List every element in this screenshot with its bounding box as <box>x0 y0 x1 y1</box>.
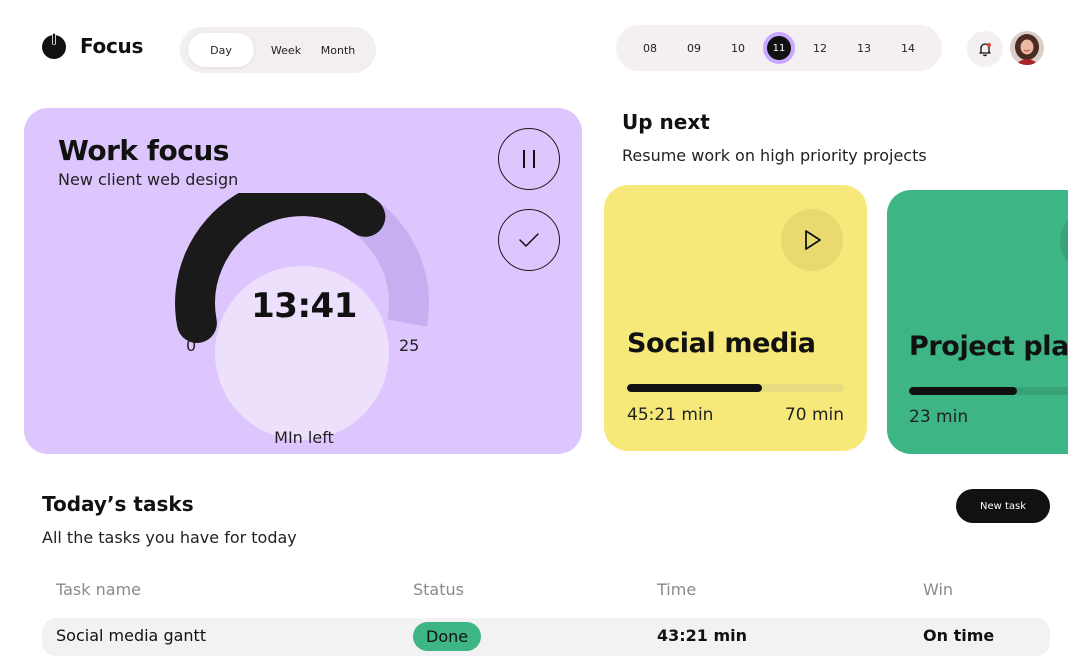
date-14[interactable]: 14 <box>893 33 923 63</box>
view-toggle: Day Week Month <box>180 27 376 73</box>
date-13[interactable]: 13 <box>849 33 879 63</box>
date-10[interactable]: 10 <box>723 33 753 63</box>
card-total: 70 min <box>784 405 844 425</box>
card-title: Project plan <box>909 331 1068 362</box>
new-task-button[interactable]: New task <box>956 489 1050 523</box>
up-next-card-social-media[interactable]: Social media 45:21 min 70 min <box>604 185 867 451</box>
tasks-subtitle: All the tasks you have for today <box>42 528 297 547</box>
app-logo: Focus <box>40 32 143 60</box>
power-icon <box>42 33 66 59</box>
play-button[interactable] <box>781 209 843 271</box>
task-name-cell: Social media gantt <box>56 626 207 645</box>
column-header-task-name[interactable]: Task name <box>56 580 141 599</box>
up-next-subtitle: Resume work on high priority projects <box>622 146 927 165</box>
task-win-cell: On time <box>923 626 995 645</box>
focus-title: Work focus <box>58 134 229 167</box>
time-left-caption: MIn left <box>274 428 334 447</box>
card-progress-fill <box>909 387 1017 395</box>
gauge-max-label: 25 <box>399 336 420 355</box>
app-title: Focus <box>80 34 144 58</box>
column-header-status[interactable]: Status <box>413 580 464 599</box>
card-title: Social media <box>627 328 816 359</box>
complete-button[interactable] <box>498 209 560 271</box>
gauge-min-label: 0 <box>186 336 197 355</box>
tasks-title: Today’s tasks <box>42 492 194 516</box>
bell-icon <box>979 43 991 57</box>
date-08[interactable]: 08 <box>635 33 665 63</box>
card-progress-track <box>627 384 844 392</box>
date-11-selected[interactable]: 11 <box>767 36 791 60</box>
view-toggle-day[interactable]: Day <box>188 33 254 67</box>
up-next-title: Up next <box>622 110 710 134</box>
view-toggle-week[interactable]: Week <box>260 33 312 67</box>
date-09[interactable]: 09 <box>679 33 709 63</box>
focus-subtitle: New client web design <box>58 170 239 189</box>
card-elapsed: 23 min <box>909 407 969 427</box>
column-header-time[interactable]: Time <box>657 580 696 599</box>
card-progress-track <box>909 387 1068 395</box>
play-button-partial[interactable] <box>1060 210 1068 272</box>
column-header-win[interactable]: Win <box>923 580 953 599</box>
check-icon <box>519 233 539 247</box>
user-avatar[interactable] <box>1010 31 1044 65</box>
work-focus-card: Work focus New client web design 13:41 0… <box>24 108 582 454</box>
card-elapsed: 45:21 min <box>627 405 714 425</box>
up-next-card-project-plan[interactable]: Project plan 23 min <box>887 190 1068 454</box>
task-time-cell: 43:21 min <box>657 626 748 645</box>
date-12[interactable]: 12 <box>805 33 835 63</box>
avatar-image <box>1010 31 1044 65</box>
view-toggle-month[interactable]: Month <box>312 33 364 67</box>
notifications-button[interactable] <box>967 31 1003 67</box>
status-badge: Done <box>413 622 482 651</box>
pause-icon <box>523 150 535 168</box>
date-picker: 08 09 10 11 12 13 14 <box>616 25 942 71</box>
play-icon <box>805 230 821 250</box>
timer-display: 13:41 <box>251 286 357 326</box>
card-progress-fill <box>627 384 762 392</box>
pause-button[interactable] <box>498 128 560 190</box>
